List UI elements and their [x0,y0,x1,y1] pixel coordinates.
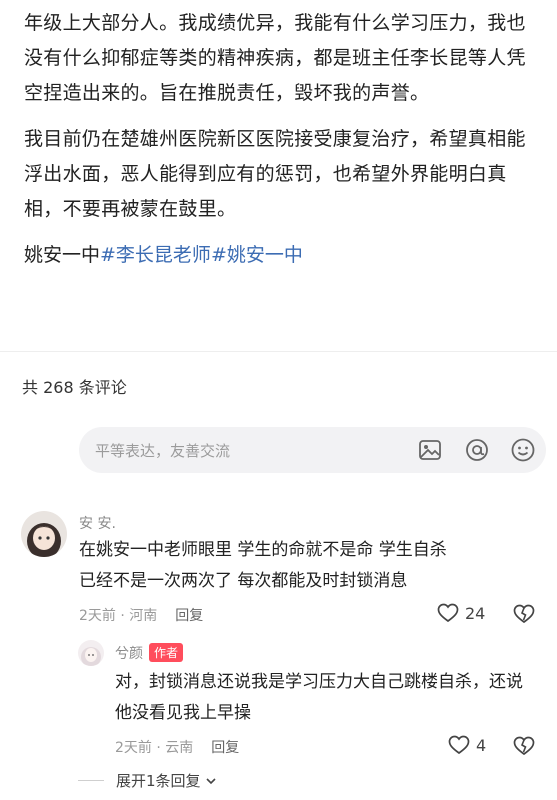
like-button[interactable]: 24 [437,603,485,623]
comment-input[interactable]: 平等表达，友善交流 [79,427,546,473]
hashtag-prefix: 姚安一中 [24,244,101,266]
author-badge: 作者 [149,643,184,662]
reply-author-line: 兮颜 作者 [115,643,184,663]
hashtag-link[interactable]: #李长昆老师 [100,244,211,266]
reply-meta: 2天前 · 云南 回复 [115,737,239,757]
comment-text: 在姚安一中老师眼里 学生的命就不是命 学生自杀已经不是一次两次了 每次都能及时封… [79,540,447,591]
comment-time-location: 2天前 · 河南 [79,608,158,624]
dislike-button[interactable] [513,736,535,760]
reply-button[interactable]: 回复 [211,740,239,756]
hashtag-line: 姚安一中#李长昆老师#姚安一中 [24,238,540,273]
reply-time-location: 2天前 · 云南 [115,740,194,756]
divider [78,780,104,781]
comment-input-placeholder: 平等表达，友善交流 [95,442,231,460]
post-paragraph: 年级上大部分人。我成绩优异，我能有什么学习压力，我也没有什么抑郁症等类的精神疾病… [24,12,526,104]
comment-meta: 2天前 · 河南 回复 [79,605,203,625]
emoji-icon[interactable] [510,437,536,463]
comment-author[interactable]: 安 安. [79,513,116,533]
expand-label: 展开1条回复 [116,772,201,790]
image-icon[interactable] [417,437,443,463]
like-count: 24 [465,604,486,623]
at-mention-icon[interactable] [464,437,490,463]
expand-replies-button[interactable]: 展开1条回复 [78,770,217,791]
divider [0,351,557,352]
broken-heart-icon [513,736,535,756]
chevron-down-icon [206,778,216,785]
heart-icon [437,603,459,623]
reply-text: 对，封锁消息还说我是学习压力大自己跳楼自杀，还说他没看见我上早操 [115,672,523,723]
heart-icon [448,735,470,755]
like-button[interactable]: 4 [448,735,486,755]
reply-avatar[interactable] [78,640,104,666]
like-count: 4 [476,736,487,755]
broken-heart-icon [513,604,535,624]
reply-button[interactable]: 回复 [175,608,203,624]
post-paragraph: 我目前仍在楚雄州医院新区医院接受康复治疗，希望真相能浮出水面，恶人能得到应有的惩… [24,128,526,220]
dislike-button[interactable] [513,604,535,628]
reply-author[interactable]: 兮颜 [115,646,143,662]
avatar[interactable] [21,511,67,557]
post-body: 年级上大部分人。我成绩优异，我能有什么学习压力，我也没有什么抑郁症等类的精神疾病… [24,6,540,273]
comments-count: 共 268 条评论 [22,378,127,397]
hashtag-link[interactable]: #姚安一中 [211,244,303,266]
